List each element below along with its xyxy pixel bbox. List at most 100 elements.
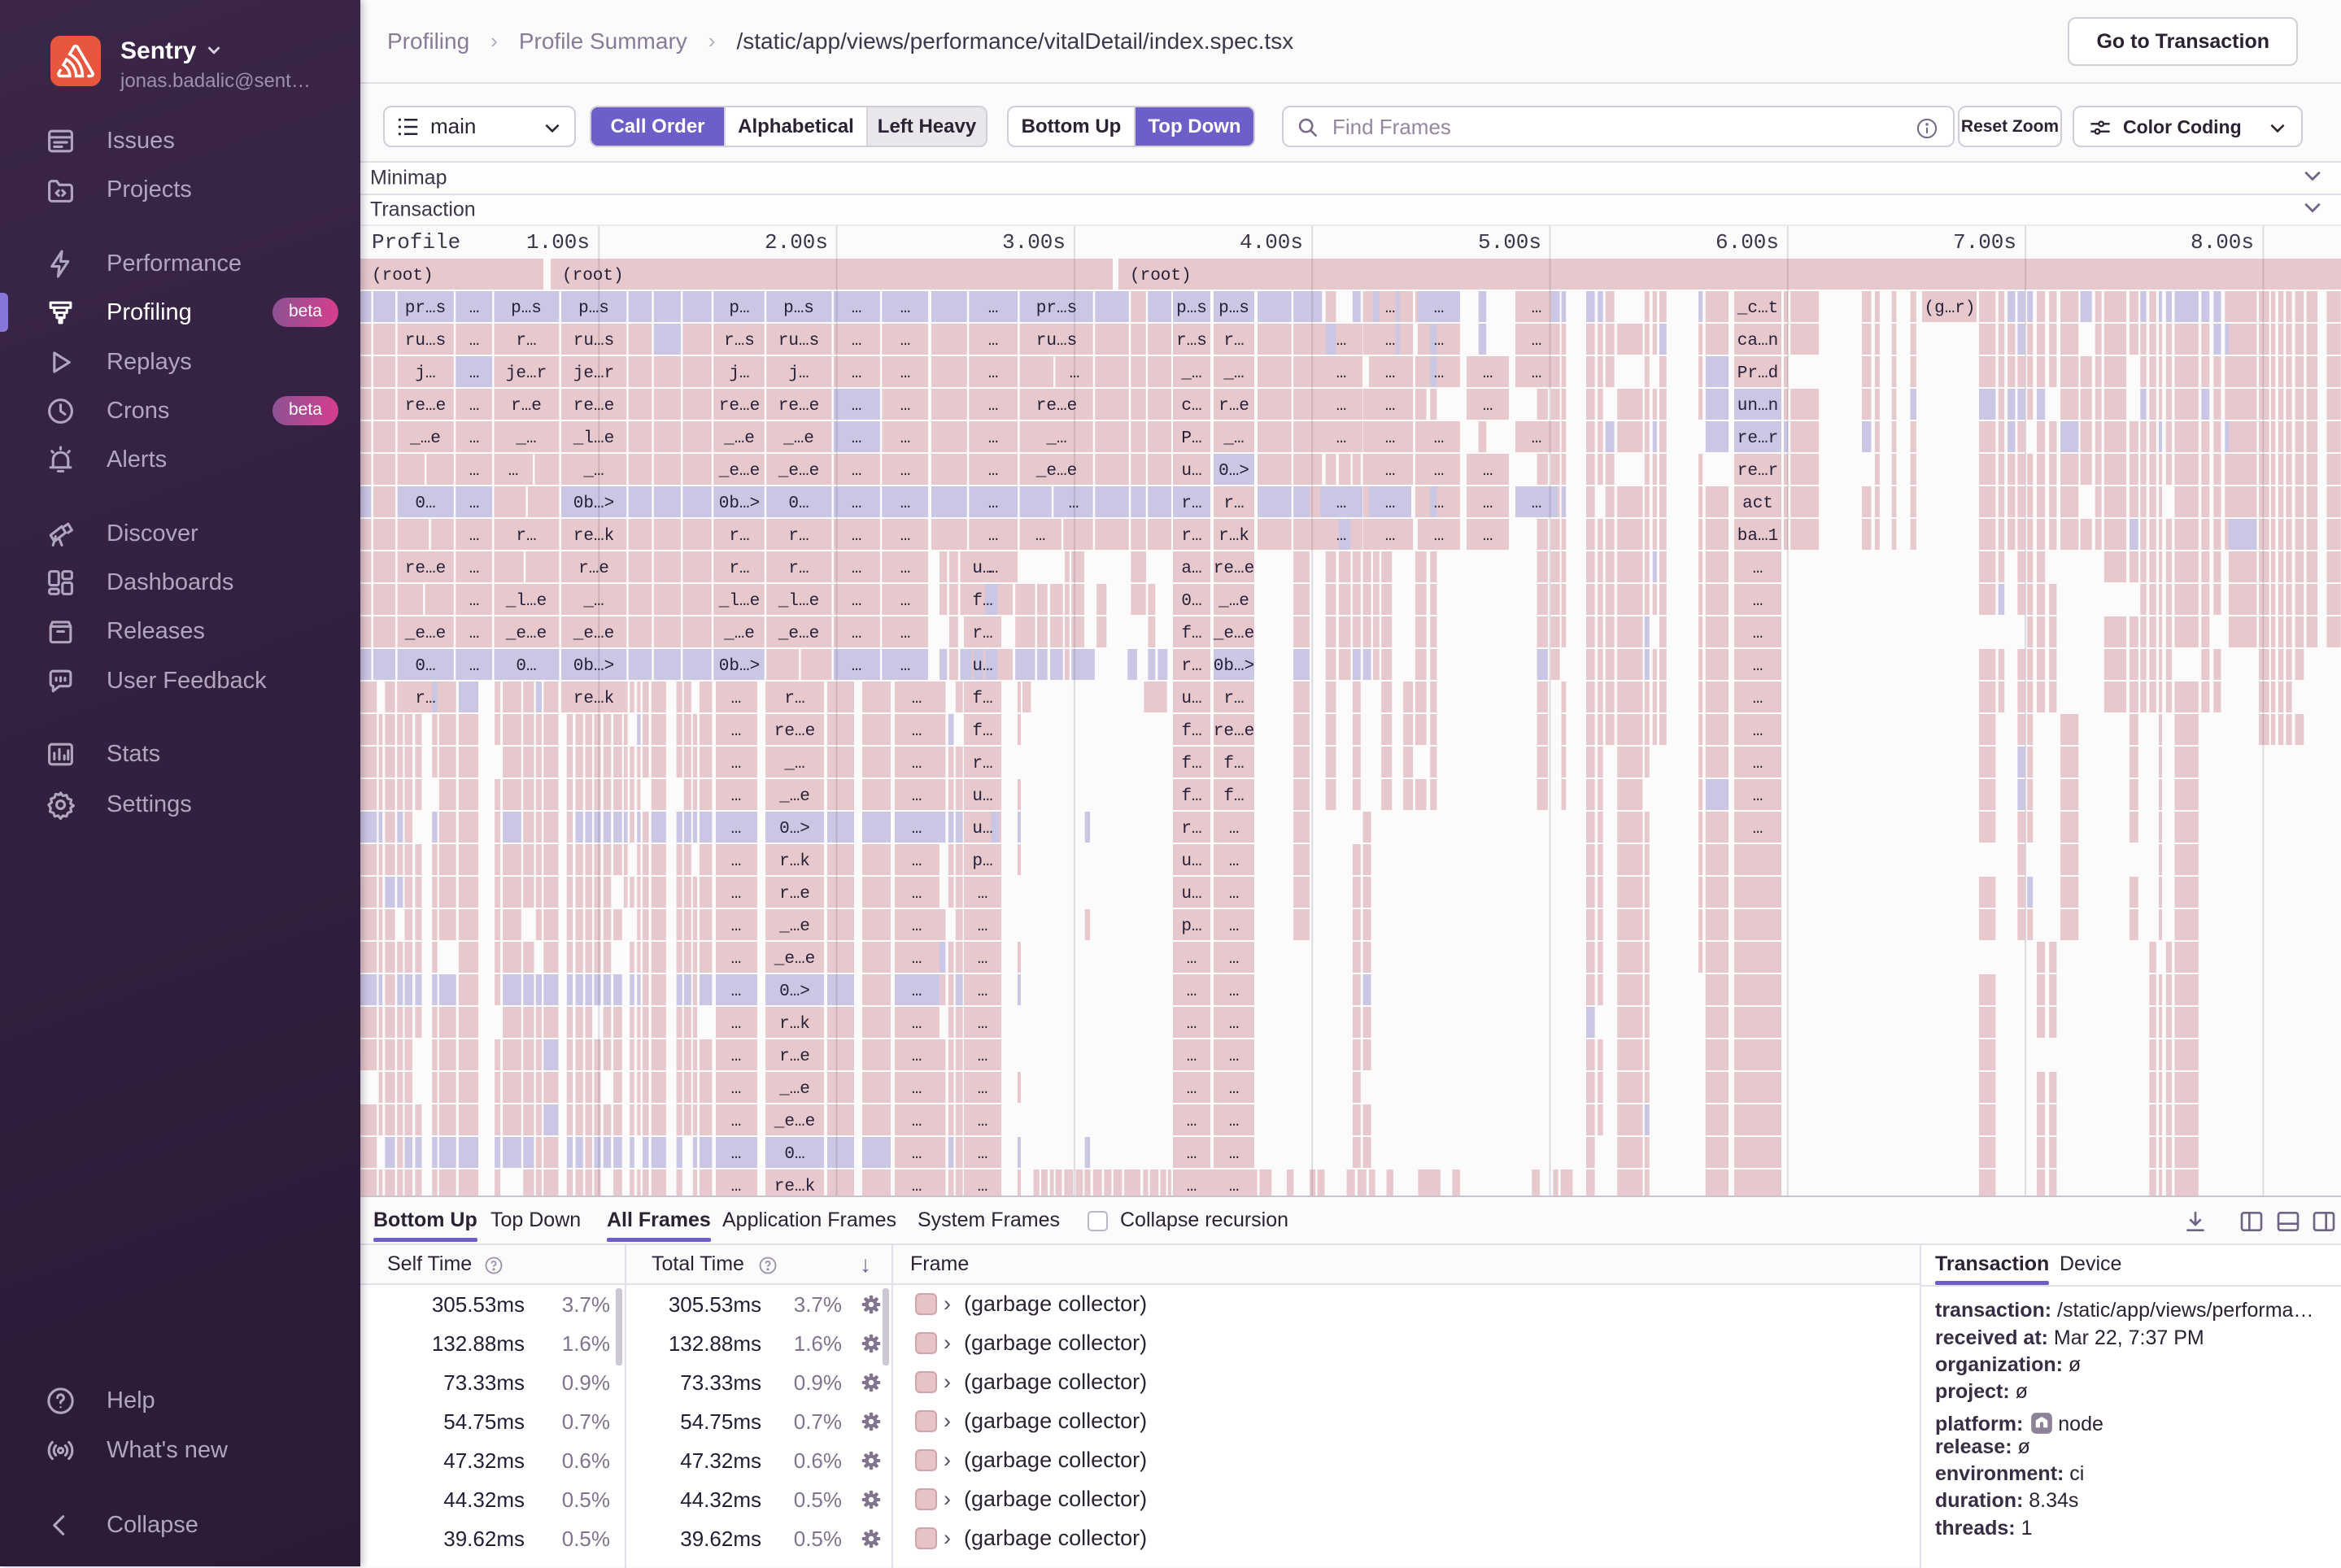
svg-text:…: …: [1385, 429, 1396, 448]
svg-text:_l…e: _l…e: [505, 592, 547, 611]
svg-text:0…>: 0…>: [779, 820, 810, 838]
svg-text:…: …: [1187, 1178, 1197, 1196]
svg-text:…: …: [1532, 332, 1542, 351]
svg-text:_e…e: _e…e: [778, 625, 819, 643]
svg-text:…: …: [1336, 429, 1347, 448]
svg-text:r…k: r…k: [779, 1015, 810, 1034]
svg-text:…: …: [469, 625, 480, 643]
svg-text:…: …: [1187, 1145, 1197, 1164]
svg-text:…: …: [1229, 982, 1240, 1001]
svg-text:0…: 0…: [516, 657, 536, 676]
svg-text:_…e: _…e: [1218, 592, 1249, 611]
svg-text:…: …: [469, 332, 480, 351]
svg-text:…: …: [912, 852, 922, 871]
svg-text:0b…>: 0b…>: [573, 657, 614, 676]
svg-text:u…: u…: [972, 657, 992, 676]
svg-text:ba…1: ba…1: [1737, 527, 1778, 546]
svg-text:…: …: [1385, 364, 1396, 383]
svg-text:…: …: [978, 1113, 988, 1131]
svg-text:…: …: [1336, 332, 1347, 351]
svg-text:…: …: [1483, 462, 1493, 481]
svg-text:(root): (root): [372, 267, 434, 285]
svg-text:ru…s: ru…s: [573, 332, 614, 351]
svg-text:…: …: [1385, 462, 1396, 481]
svg-text:r…: r…: [729, 527, 749, 546]
svg-text:r…: r…: [784, 690, 804, 708]
svg-text:re…e: re…e: [774, 722, 815, 741]
svg-text:_…: _…: [783, 755, 804, 773]
svg-text:…: …: [900, 332, 911, 351]
svg-text:…: …: [900, 397, 911, 416]
svg-text:…: …: [469, 657, 480, 676]
svg-text:f…: f…: [1223, 787, 1244, 806]
svg-text:…: …: [1434, 429, 1445, 448]
svg-text:…: …: [852, 299, 862, 318]
svg-text:0…>: 0…>: [1218, 462, 1249, 481]
svg-text:…: …: [912, 917, 922, 936]
svg-text:0…: 0…: [415, 657, 435, 676]
svg-text:_e…e: _e…e: [573, 625, 614, 643]
svg-text:…: …: [852, 397, 862, 416]
svg-text:…: …: [912, 1113, 922, 1131]
svg-text:…: …: [900, 625, 911, 643]
svg-text:un…n: un…n: [1737, 397, 1778, 416]
svg-text:_e…e: _e…e: [774, 1113, 815, 1131]
svg-text:r…: r…: [415, 690, 435, 708]
svg-text:…: …: [912, 982, 922, 1001]
svg-text:…: …: [988, 364, 999, 383]
svg-text:_e…e: _e…e: [718, 462, 760, 481]
svg-text:…: …: [731, 787, 742, 806]
svg-text:_c…t: _c…t: [1737, 299, 1778, 318]
svg-text:…: …: [1532, 429, 1542, 448]
svg-text:_…e: _…e: [778, 1080, 810, 1099]
svg-text:2.00s: 2.00s: [765, 230, 828, 255]
svg-text:…: …: [912, 950, 922, 969]
svg-text:_…: _…: [582, 592, 604, 611]
svg-text:…: …: [1187, 1080, 1197, 1099]
svg-text:u…: u…: [1181, 690, 1201, 708]
svg-text:r…e: r…e: [511, 397, 542, 416]
svg-text:_l…e: _l…e: [718, 592, 760, 611]
svg-text:f…: f…: [1181, 755, 1201, 773]
svg-text:r…k: r…k: [779, 852, 810, 871]
svg-text:…: …: [469, 397, 480, 416]
svg-text:re…e: re…e: [1214, 560, 1254, 578]
svg-text:re…e: re…e: [573, 397, 614, 416]
svg-text:…: …: [469, 299, 480, 318]
svg-text:_…: _…: [1045, 429, 1066, 448]
svg-text:_…: _…: [582, 462, 604, 481]
svg-text:…: …: [731, 1178, 742, 1196]
svg-text:…: …: [978, 950, 988, 969]
svg-text:0…: 0…: [784, 1145, 804, 1164]
svg-text:…: …: [1753, 625, 1763, 643]
svg-text:ru…s: ru…s: [778, 332, 819, 351]
svg-text:…: …: [1229, 1015, 1240, 1034]
svg-text:…: …: [912, 1178, 922, 1196]
svg-text:…: …: [978, 982, 988, 1001]
svg-text:r…e: r…e: [578, 560, 609, 578]
svg-text:r…: r…: [788, 527, 809, 546]
svg-text:u…: u…: [1181, 462, 1201, 481]
svg-text:…: …: [1483, 364, 1493, 383]
svg-text:r…e: r…e: [1218, 397, 1249, 416]
svg-text:…: …: [1753, 657, 1763, 676]
svg-text:…: …: [852, 364, 862, 383]
svg-text:r…: r…: [1223, 332, 1244, 351]
svg-text:…: …: [1434, 527, 1445, 546]
svg-text:…: …: [988, 494, 999, 513]
svg-text:…: …: [978, 885, 988, 904]
svg-text:…: …: [469, 364, 480, 383]
svg-text:f…: f…: [972, 592, 992, 611]
svg-text:7.00s: 7.00s: [1953, 230, 2016, 255]
svg-text:j…: j…: [415, 364, 435, 383]
svg-text:…: …: [912, 1048, 922, 1066]
svg-text:u…: u…: [1181, 852, 1201, 871]
svg-text:…: …: [1336, 494, 1347, 513]
svg-text:…: …: [988, 397, 999, 416]
svg-text:re…e: re…e: [1036, 397, 1077, 416]
svg-text:…: …: [912, 885, 922, 904]
svg-text:_e…e: _e…e: [404, 625, 446, 643]
svg-text:…: …: [1229, 1145, 1240, 1164]
svg-text:…: …: [731, 917, 742, 936]
svg-text:…: …: [1753, 755, 1763, 773]
